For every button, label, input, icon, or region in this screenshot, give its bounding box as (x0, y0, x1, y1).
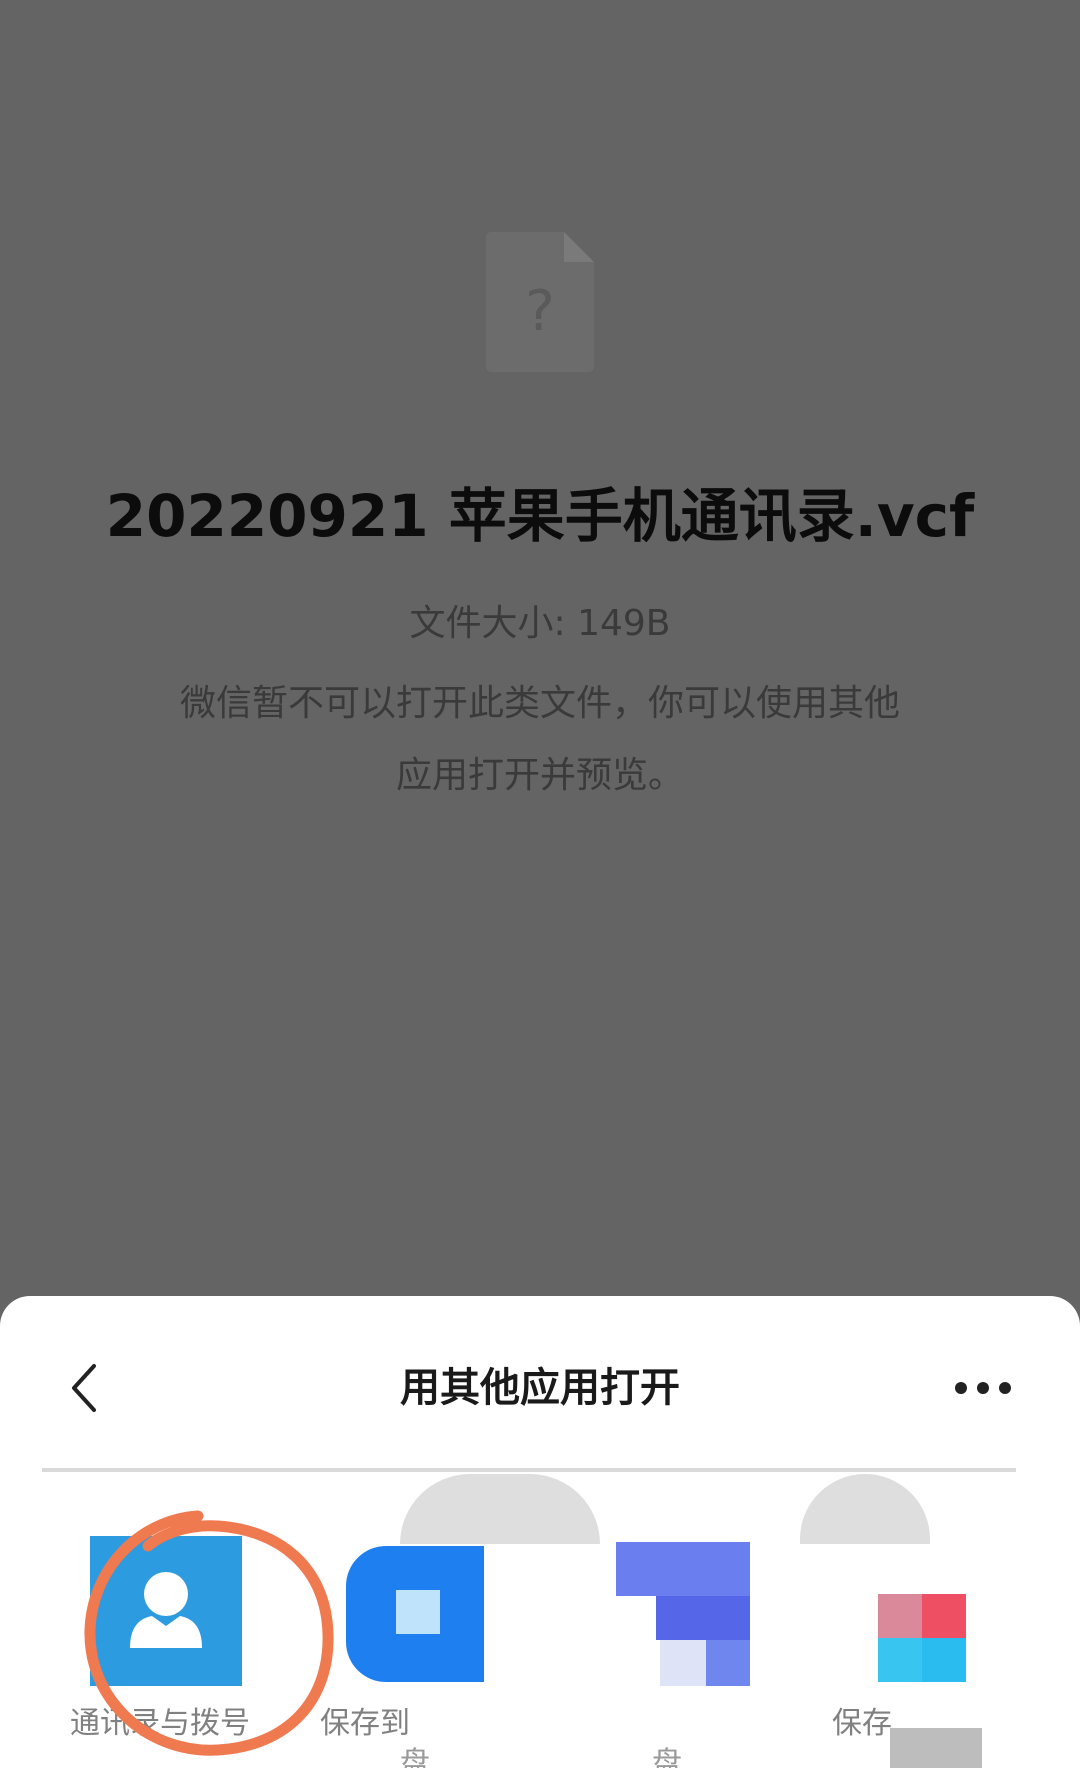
app-label: 保存到 (320, 1706, 410, 1741)
cloud-drive-icon (616, 1542, 750, 1686)
partial-app-icon (890, 1728, 982, 1768)
app-label: 通讯录与拨号 (70, 1706, 250, 1741)
unknown-file-icon: ? (486, 232, 594, 372)
app-sublabel: 盘 (652, 1746, 682, 1768)
app-label: 保存 (832, 1706, 892, 1741)
app-cloud-drive[interactable]: 盘 (560, 1296, 800, 1768)
app-sublabel: 盘 (400, 1746, 430, 1768)
save-to-cloud-icon (346, 1546, 484, 1682)
open-with-sheet: 用其他应用打开 通讯录与拨号 保存到 盘 盘 保存 (0, 1296, 1080, 1768)
contact-person-icon (90, 1536, 242, 1686)
file-size: 文件大小: 149B (409, 603, 671, 644)
file-message: 微信暂不可以打开此类文件，你可以使用其他应用打开并预览。 (179, 683, 900, 796)
file-name: 20220921 苹果手机通讯录.vcf (105, 482, 975, 550)
app-other[interactable]: 保存 (820, 1296, 1080, 1768)
app-contacts-dialer[interactable]: 通讯录与拨号 (0, 1296, 300, 1768)
app-icon-pixelated (878, 1594, 966, 1682)
svg-text:?: ? (525, 279, 555, 344)
app-save-to-drive[interactable]: 保存到 盘 (300, 1296, 520, 1768)
